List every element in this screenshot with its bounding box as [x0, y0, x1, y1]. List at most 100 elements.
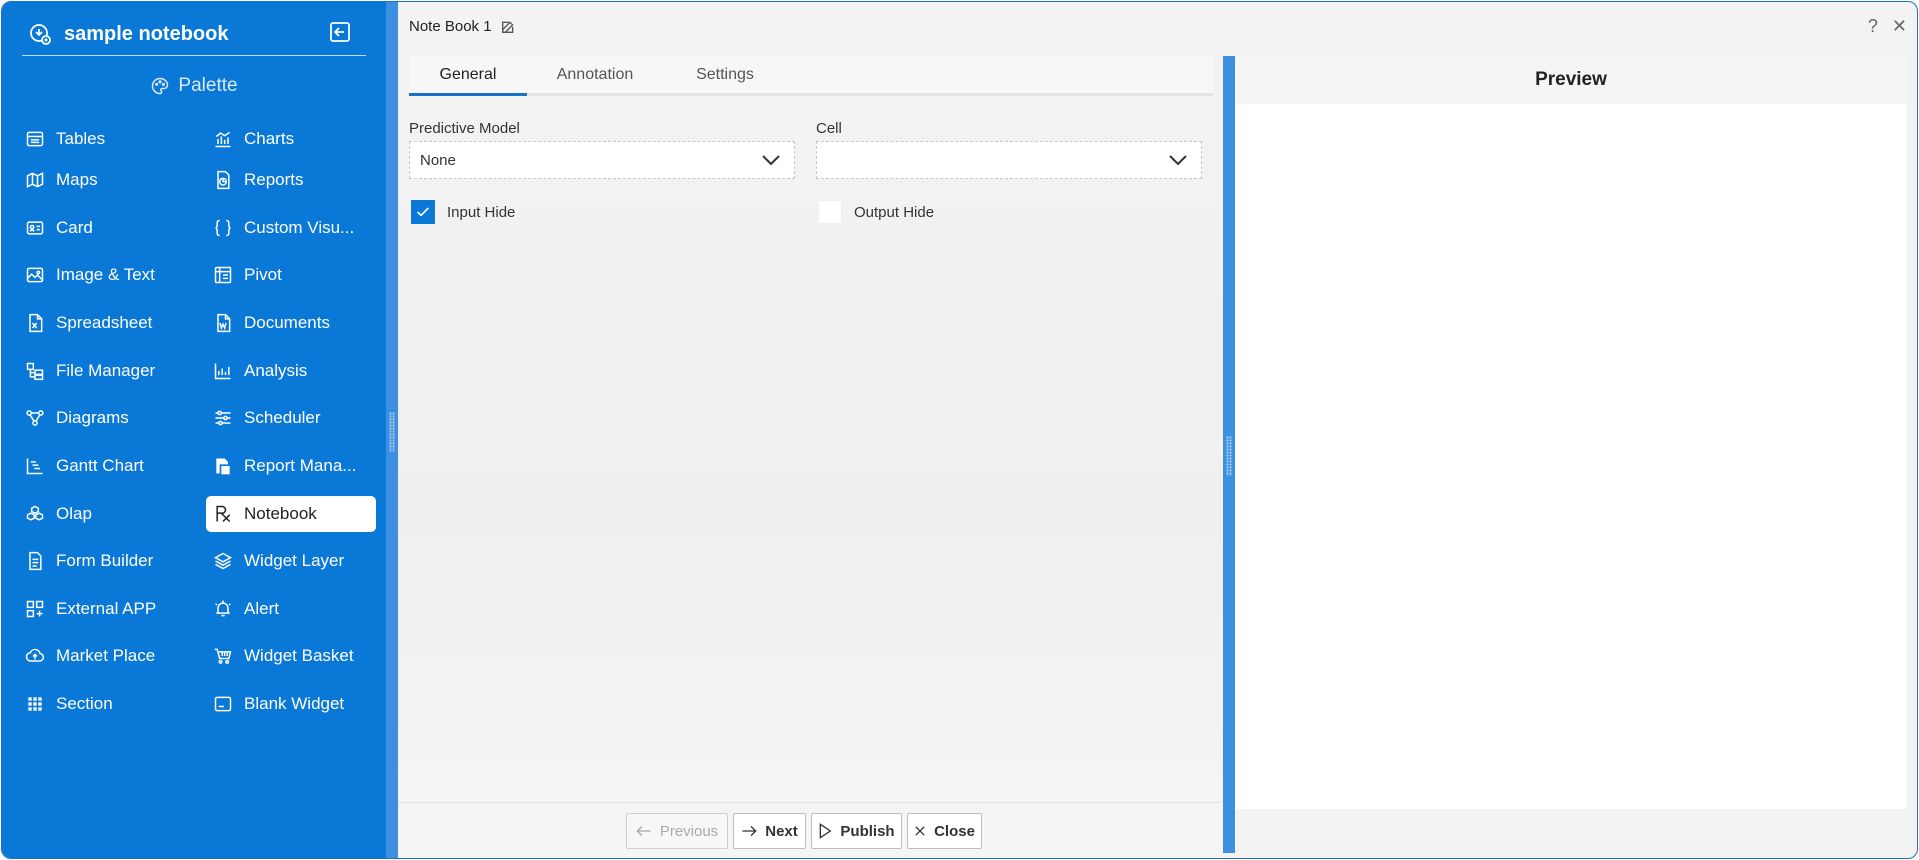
sidebar-item-reports[interactable]: Reports [212, 162, 376, 198]
sidebar-item-pivot[interactable]: Pivot [212, 257, 376, 293]
sidebar-item-blank-widget[interactable]: Blank Widget [212, 686, 376, 722]
sidebar-item-widget-basket[interactable]: Widget Basket [212, 638, 376, 674]
external-app-icon [24, 598, 46, 620]
sidebar-item-form-builder[interactable]: Form Builder [24, 543, 194, 579]
close-icon [915, 826, 925, 836]
input-hide-label: Input Hide [447, 203, 516, 221]
help-icon[interactable]: ? [1868, 16, 1878, 37]
checkbox-unchecked[interactable] [818, 200, 842, 224]
sidebar-item-custom-visual[interactable]: Custom Visu... [212, 210, 376, 246]
cloud-upload-icon [24, 645, 46, 667]
braces-icon [212, 217, 234, 239]
sidebar-item-report-manager[interactable]: Report Mana... [212, 448, 376, 484]
cell-label: Cell [816, 120, 842, 137]
sidebar-item-charts[interactable]: Charts [212, 121, 376, 157]
sidebar-item-notebook[interactable]: Notebook [206, 496, 376, 532]
checkbox-checked[interactable] [411, 200, 435, 224]
grip-dots [389, 412, 395, 452]
form-icon [24, 550, 46, 572]
rx-icon [212, 503, 234, 525]
palette-heading: Palette [2, 72, 386, 100]
cell-select[interactable] [816, 141, 1202, 179]
palette-label: Palette [178, 75, 238, 96]
output-hide-label: Output Hide [854, 203, 935, 221]
map-icon [24, 169, 46, 191]
previous-button[interactable]: Previous [626, 813, 728, 849]
sidebar-item-analysis[interactable]: Analysis [212, 353, 376, 389]
sidebar-item-diagrams[interactable]: Diagrams [24, 400, 194, 436]
next-button[interactable]: Next [733, 813, 806, 849]
tab-settings[interactable]: Settings [663, 56, 787, 93]
file-manager-icon [24, 360, 46, 382]
predictive-model-label: Predictive Model [409, 120, 520, 137]
sidebar-item-gantt-chart[interactable]: Gantt Chart [24, 448, 194, 484]
analysis-icon [212, 360, 234, 382]
preview-header: Preview [1235, 56, 1907, 104]
layers-icon [212, 550, 234, 572]
publish-button[interactable]: Publish [811, 813, 902, 849]
sidebar-item-image-text[interactable]: Image & Text [24, 257, 194, 293]
basket-icon [212, 645, 234, 667]
sidebar-item-spreadsheet[interactable]: Spreadsheet [24, 305, 194, 341]
report-manager-icon [212, 455, 234, 477]
sidebar-resize-handle[interactable] [386, 2, 398, 858]
alert-icon [212, 598, 234, 620]
diagram-icon [24, 407, 46, 429]
olap-icon [24, 503, 46, 525]
sidebar-item-widget-layer[interactable]: Widget Layer [212, 543, 376, 579]
grid-icon [24, 693, 46, 715]
output-hide-checkbox[interactable]: Output Hide [818, 200, 934, 224]
footer-bar: Previous Next Publish Close [398, 802, 1221, 858]
chevron-down-icon [762, 155, 780, 166]
preview-pane [1235, 104, 1907, 809]
tab-general[interactable]: General [409, 56, 527, 96]
close-window-icon[interactable]: ✕ [1892, 16, 1907, 37]
arrow-left-icon [636, 825, 651, 837]
notebook-editor: Note Book 1 General Annotation Settings … [398, 2, 1221, 858]
notebook-logo-icon [28, 22, 54, 48]
image-icon [24, 264, 46, 286]
grip-dots [1226, 436, 1232, 476]
spreadsheet-icon [24, 312, 46, 334]
sidebar-item-tables[interactable]: Tables [24, 121, 194, 157]
table-icon [24, 128, 46, 150]
sidebar-item-file-manager[interactable]: File Manager [24, 353, 194, 389]
app-window: sample notebook Palette Tables Maps Card… [1, 1, 1918, 859]
edit-icon[interactable] [500, 19, 516, 35]
sidebar: sample notebook Palette Tables Maps Card… [2, 2, 386, 858]
gantt-icon [24, 455, 46, 477]
chart-icon [212, 128, 234, 150]
predictive-model-value: None [420, 151, 456, 169]
notebook-title-bar: Note Book 1 [409, 18, 516, 35]
sidebar-item-external-app[interactable]: External APP [24, 591, 194, 627]
play-icon [820, 823, 832, 839]
notebook-title: Note Book 1 [409, 18, 492, 35]
pivot-icon [212, 264, 234, 286]
word-doc-icon [212, 312, 234, 334]
predictive-model-select[interactable]: None [409, 141, 795, 179]
close-button[interactable]: Close [907, 813, 982, 849]
window-controls: ? ✕ [1868, 16, 1907, 37]
tab-bar: General Annotation Settings [409, 56, 1213, 96]
app-title: sample notebook [64, 23, 229, 45]
sidebar-header: sample notebook [22, 14, 366, 56]
sliders-icon [212, 407, 234, 429]
palette-icon [152, 77, 169, 95]
preview-splitter[interactable] [1223, 56, 1235, 853]
sidebar-item-alert[interactable]: Alert [212, 591, 376, 627]
collapse-sidebar-icon[interactable] [328, 20, 352, 44]
report-icon [212, 169, 234, 191]
sidebar-item-market-place[interactable]: Market Place [24, 638, 194, 674]
sidebar-item-section[interactable]: Section [24, 686, 194, 722]
tab-annotation[interactable]: Annotation [527, 56, 663, 93]
input-hide-checkbox[interactable]: Input Hide [411, 200, 515, 224]
arrow-right-icon [742, 825, 757, 837]
card-icon [24, 217, 46, 239]
sidebar-item-maps[interactable]: Maps [24, 162, 194, 198]
sidebar-item-scheduler[interactable]: Scheduler [212, 400, 376, 436]
preview-title: Preview [1535, 69, 1607, 90]
blank-widget-icon [212, 693, 234, 715]
sidebar-item-olap[interactable]: Olap [24, 496, 194, 532]
sidebar-item-card[interactable]: Card [24, 210, 194, 246]
sidebar-item-documents[interactable]: Documents [212, 305, 376, 341]
